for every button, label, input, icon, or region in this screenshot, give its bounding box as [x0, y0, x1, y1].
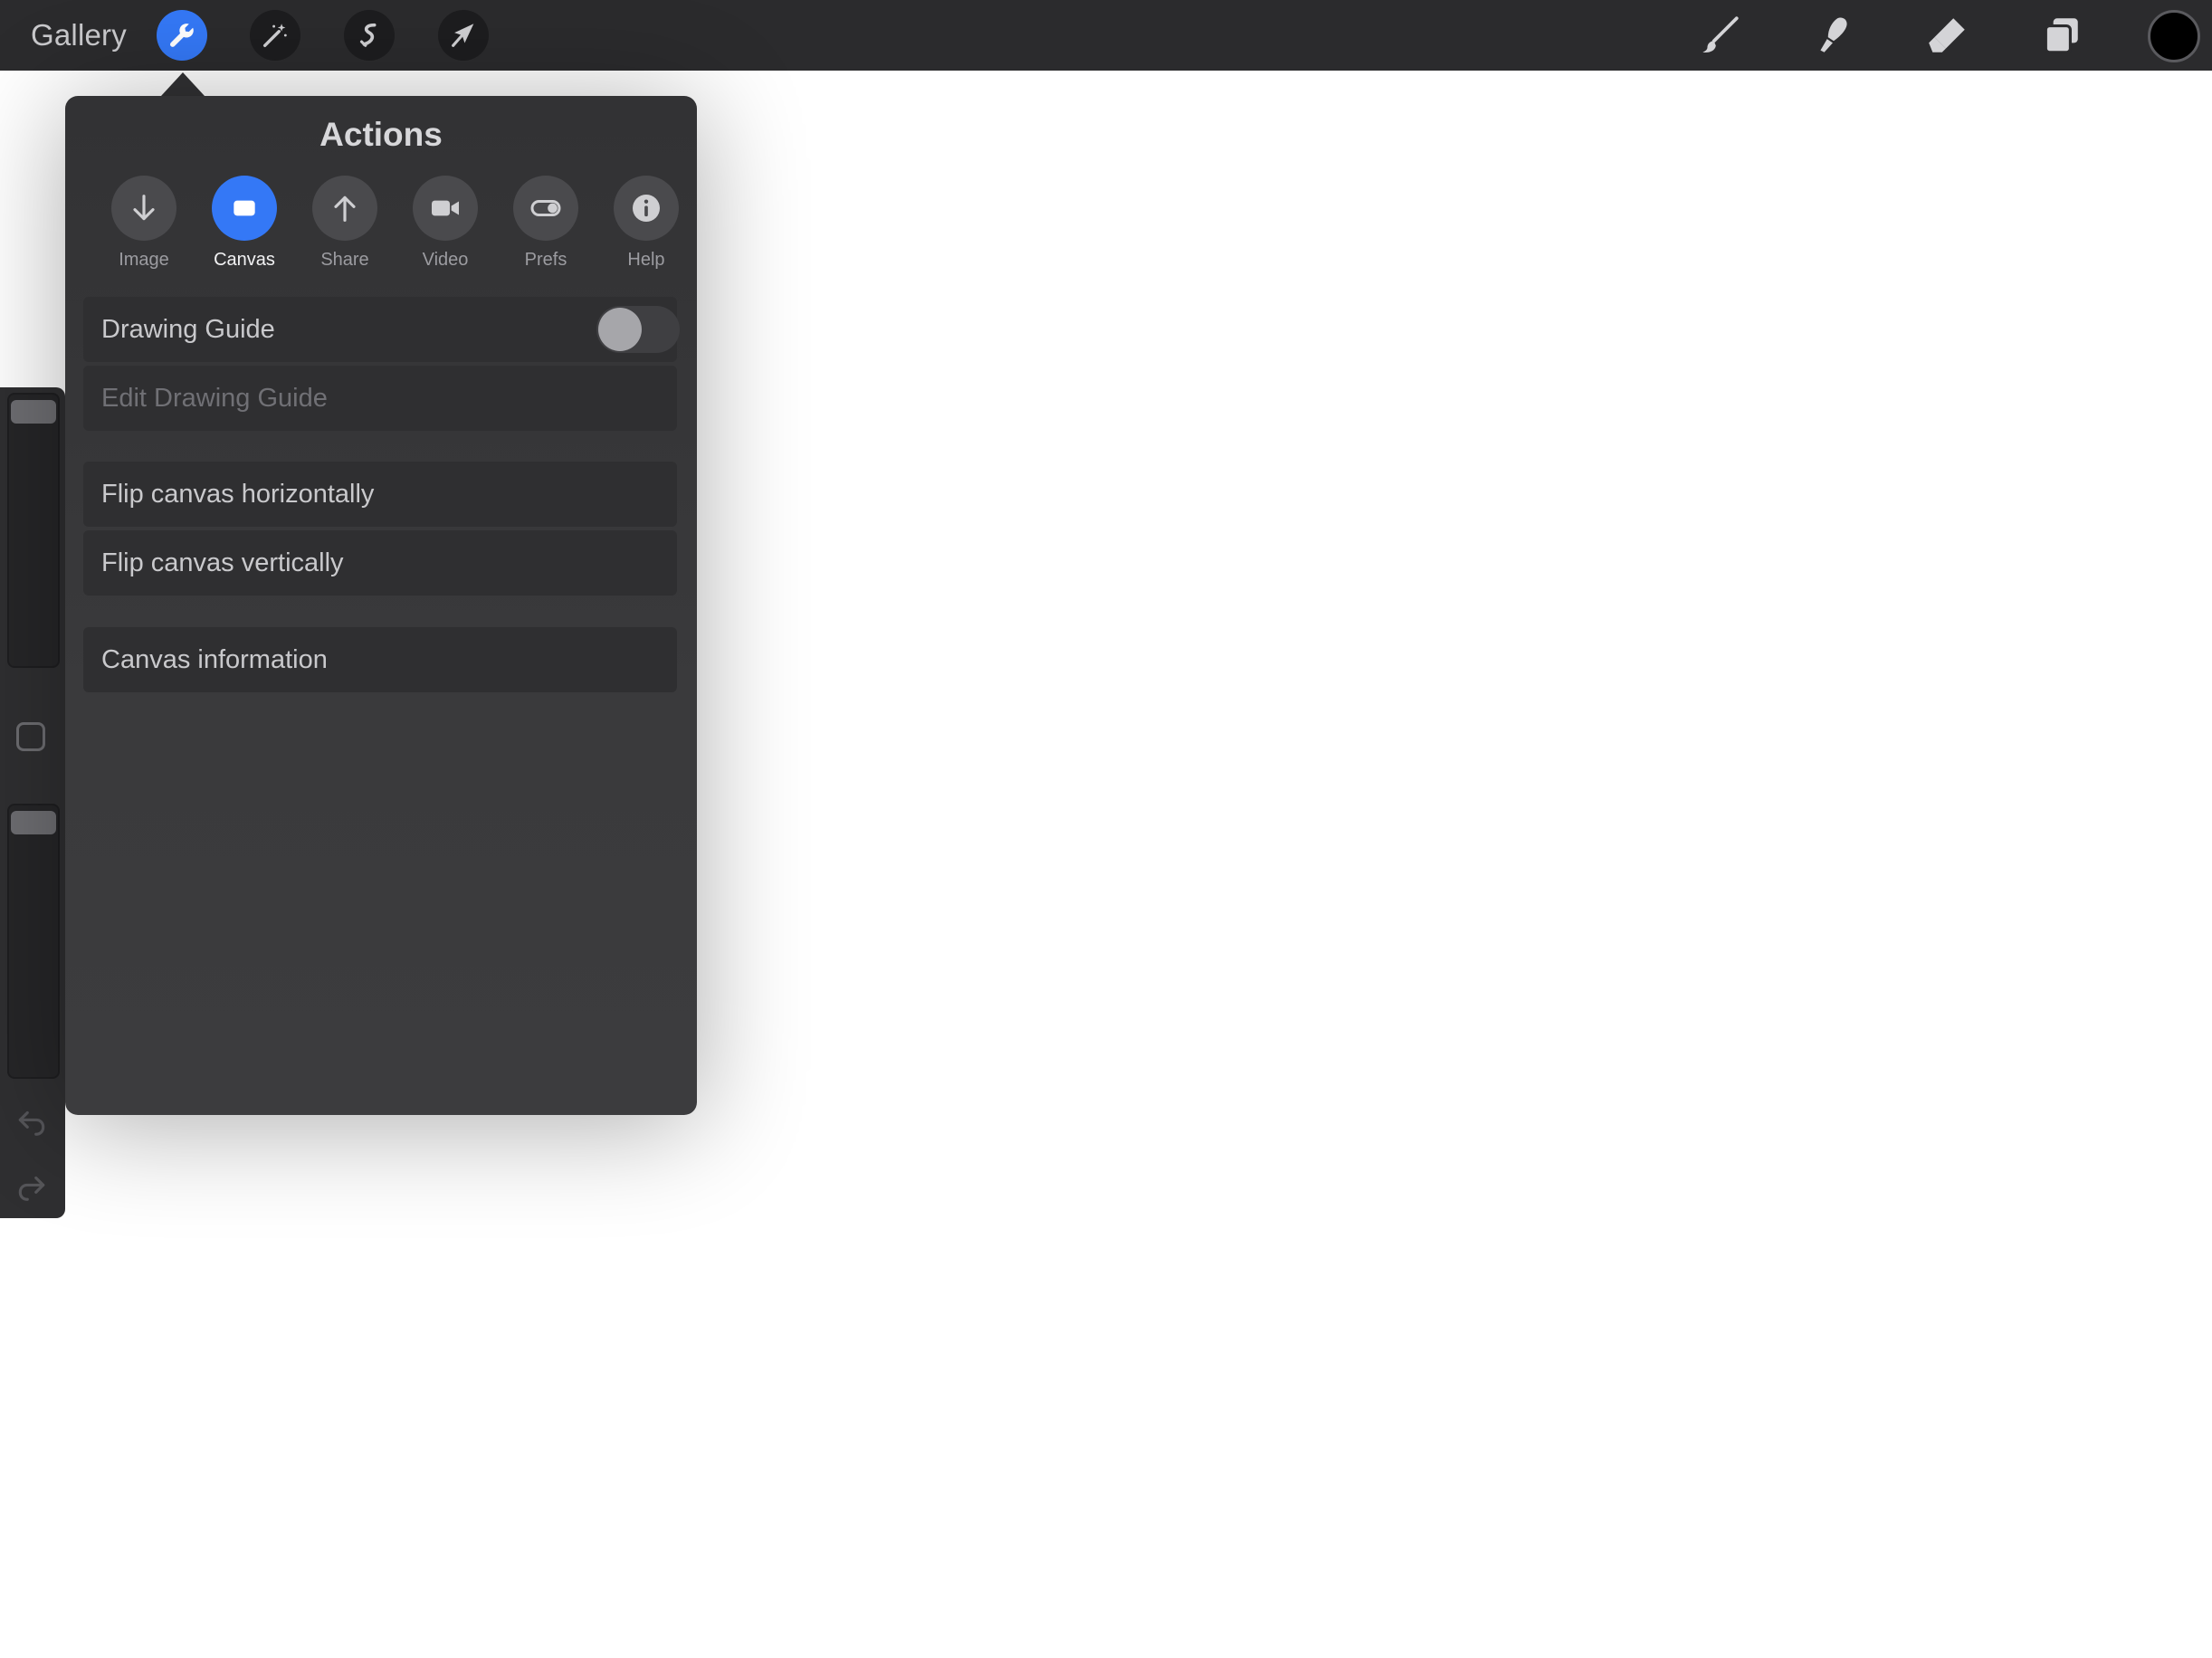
- video-camera-icon: [432, 200, 459, 216]
- eraser-button[interactable]: [1924, 12, 1971, 59]
- canvas-information-row[interactable]: Canvas information: [83, 627, 677, 692]
- flip-vertical-row[interactable]: Flip canvas vertically: [83, 530, 677, 596]
- opacity-slider[interactable]: [7, 804, 60, 1079]
- brush-button[interactable]: [1696, 12, 1743, 59]
- flip-vertical-label: Flip canvas vertically: [101, 548, 344, 577]
- panel-title: Actions: [319, 116, 443, 153]
- brush-size-thumb[interactable]: [11, 400, 56, 424]
- drawing-guide-toggle[interactable]: [596, 306, 680, 353]
- tab-share-label: Share: [320, 250, 369, 270]
- tab-image-label: Image: [119, 250, 169, 270]
- selection-button[interactable]: [344, 10, 395, 61]
- smudge-button[interactable]: [1810, 12, 1857, 59]
- tab-video[interactable]: Video: [396, 176, 495, 271]
- transform-button[interactable]: [438, 10, 489, 61]
- actions-panel: Actions Image Canvas Share Video Prefs H…: [65, 96, 697, 1115]
- canvas-icon: [234, 200, 255, 216]
- tab-share[interactable]: Share: [295, 176, 395, 271]
- left-sidebar: [0, 387, 65, 1218]
- redo-icon[interactable]: [14, 1169, 49, 1204]
- brush-size-slider[interactable]: [7, 393, 60, 668]
- tab-video-label: Video: [422, 250, 469, 270]
- arrow-down-icon: [133, 195, 155, 221]
- popover-arrow: [161, 72, 205, 96]
- flip-horizontal-row[interactable]: Flip canvas horizontally: [83, 462, 677, 527]
- drawing-guide-row[interactable]: Drawing Guide: [83, 297, 680, 362]
- color-picker-button[interactable]: [2148, 10, 2200, 62]
- magic-wand-icon: [262, 24, 287, 48]
- smudge-icon: [1820, 17, 1847, 52]
- tab-prefs[interactable]: Prefs: [496, 176, 596, 271]
- edit-drawing-guide-row[interactable]: Edit Drawing Guide: [83, 366, 677, 431]
- tab-image[interactable]: Image: [94, 176, 194, 271]
- tab-help[interactable]: Help: [596, 176, 696, 271]
- toggle-icon: [530, 200, 561, 216]
- modify-button[interactable]: [16, 722, 45, 751]
- arrow-up-icon: [334, 195, 356, 222]
- eraser-icon: [1929, 18, 1965, 52]
- undo-icon[interactable]: [14, 1104, 49, 1139]
- tab-prefs-label: Prefs: [524, 250, 567, 270]
- opacity-thumb[interactable]: [11, 811, 56, 834]
- drawing-guide-label: Drawing Guide: [101, 315, 275, 344]
- brush-icon: [1702, 16, 1739, 53]
- adjustments-button[interactable]: [250, 10, 300, 61]
- wrench-icon: [169, 24, 194, 47]
- transform-arrow-icon: [452, 24, 474, 47]
- layers-button[interactable]: [2037, 12, 2084, 59]
- selection-icon: [359, 23, 377, 47]
- toggle-knob: [598, 308, 642, 351]
- actions-wrench-button[interactable]: [157, 10, 207, 61]
- layers-icon: [2044, 18, 2078, 54]
- tab-canvas-label: Canvas: [214, 250, 275, 270]
- info-icon: [633, 195, 660, 222]
- edit-drawing-guide-label: Edit Drawing Guide: [101, 384, 328, 413]
- tab-canvas[interactable]: Canvas: [195, 176, 294, 271]
- top-toolbar: Gallery: [0, 0, 2212, 71]
- canvas-information-label: Canvas information: [101, 645, 328, 674]
- gallery-button[interactable]: Gallery: [31, 16, 127, 54]
- tab-help-label: Help: [627, 250, 665, 270]
- flip-horizontal-label: Flip canvas horizontally: [101, 480, 375, 509]
